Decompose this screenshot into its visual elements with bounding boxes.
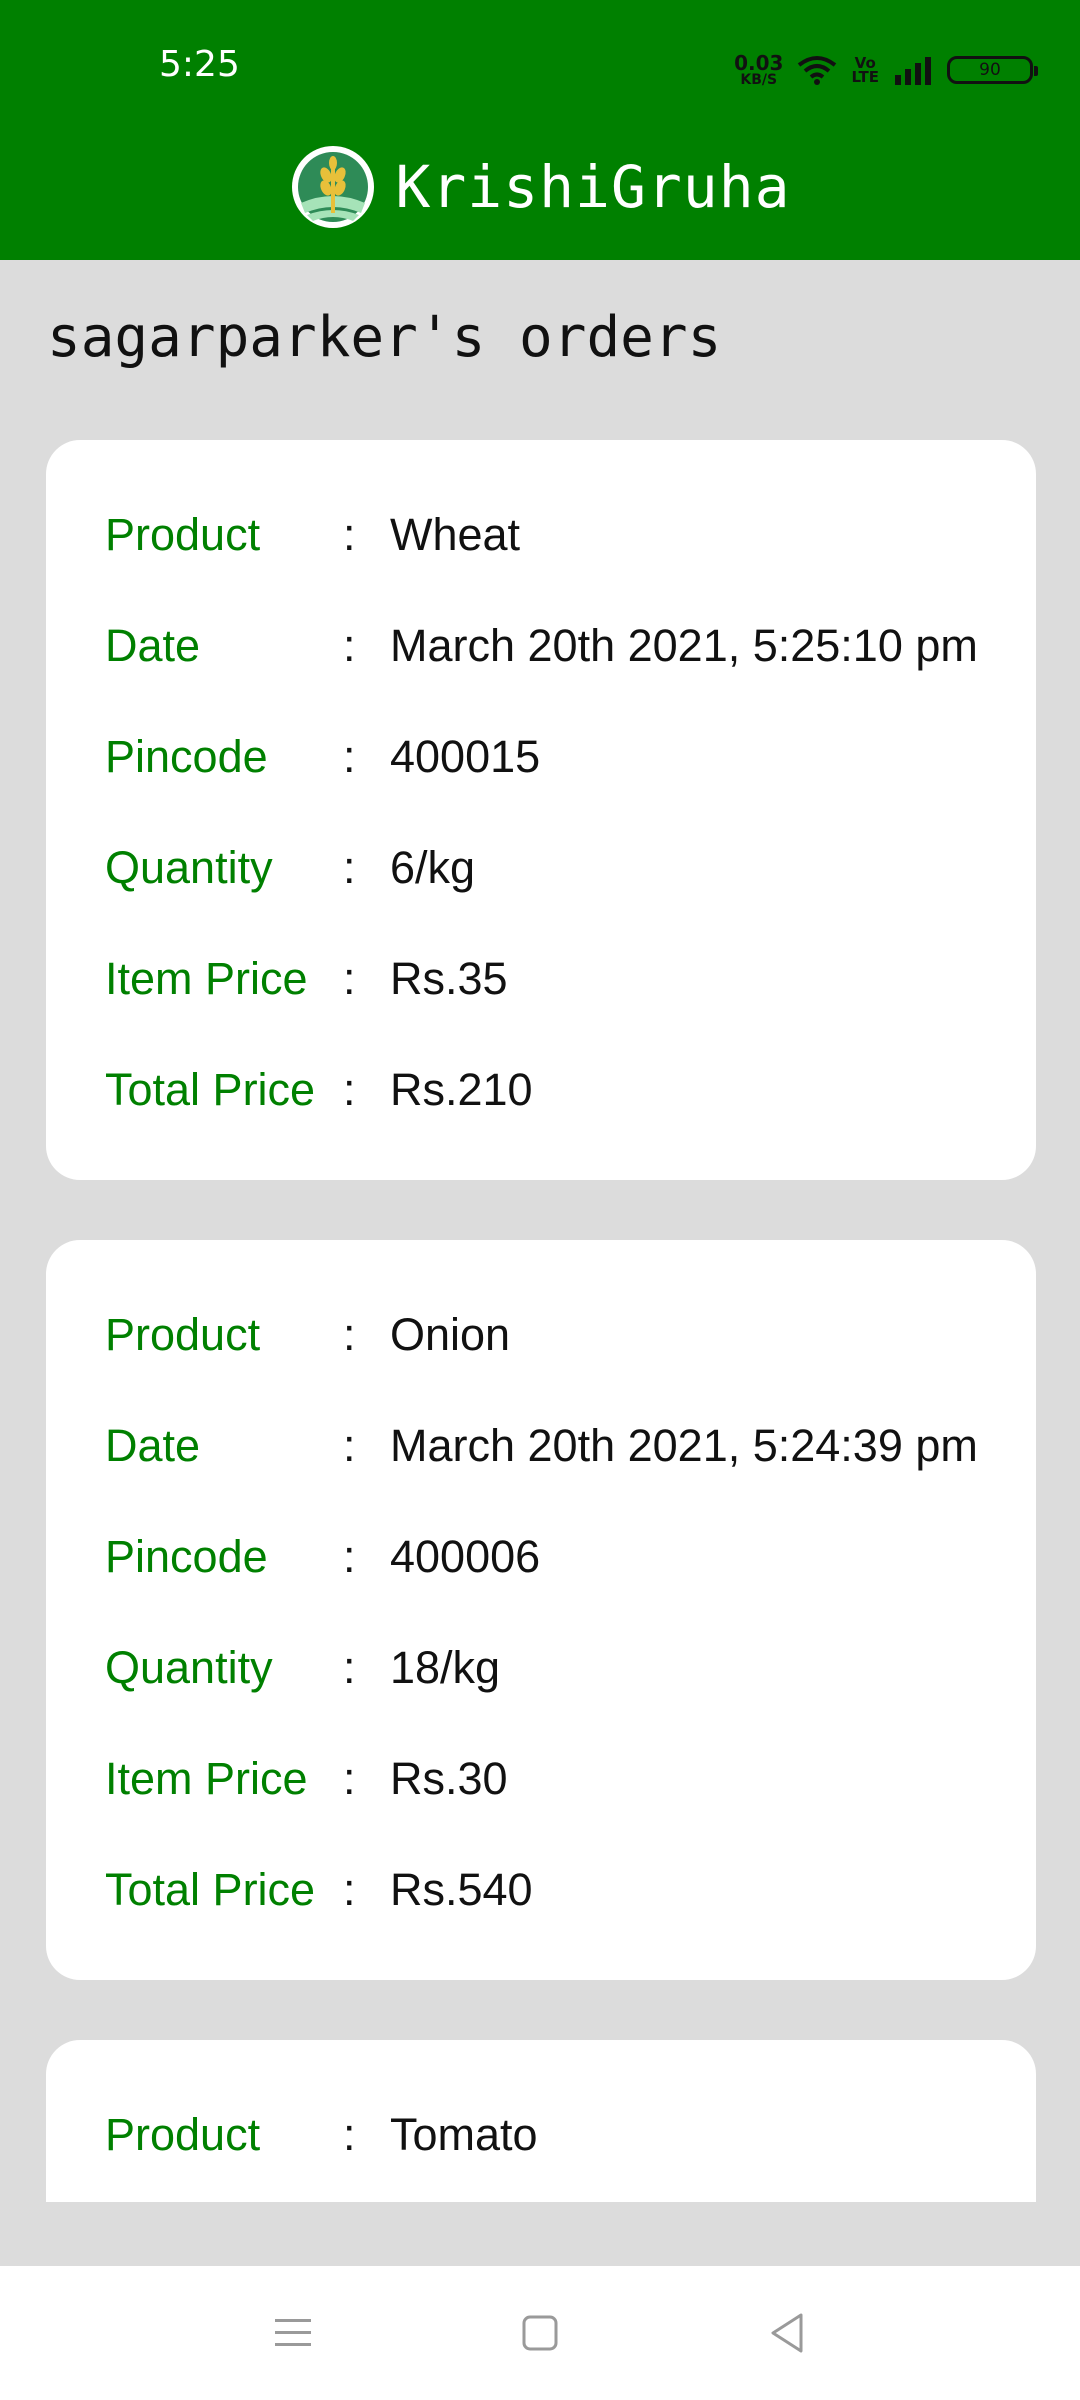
separator: : <box>343 1641 356 1693</box>
wheat-logo-icon <box>292 146 375 228</box>
quantity-value: 18/kg <box>390 1641 501 1693</box>
menu-button[interactable] <box>263 2303 323 2363</box>
separator: : <box>343 619 356 671</box>
volte-bottom: LTE <box>851 68 879 86</box>
product-label: Product <box>105 1308 261 1360</box>
separator: : <box>343 1752 356 1804</box>
item-price-value: Rs.35 <box>390 952 508 1004</box>
total-price-value: Rs.210 <box>390 1063 533 1115</box>
separator: : <box>343 1863 356 1915</box>
app-header: 5:25 0.03 KB/S Vo LTE 90 KrishiGruha <box>0 0 1080 260</box>
back-triangle-icon <box>771 2313 803 2353</box>
product-value: Onion <box>390 1308 511 1360</box>
wifi-icon <box>798 56 837 85</box>
order-row-quantity: Quantity : 18/kg <box>105 1612 1036 1723</box>
quantity-label: Quantity <box>105 1641 273 1693</box>
brand: KrishiGruha <box>0 142 1080 232</box>
battery-level: 90 <box>979 60 1001 80</box>
date-label: Date <box>105 619 201 671</box>
menu-icon <box>275 2319 312 2346</box>
date-value: March 20th 2021, 5:24:39 pm <box>390 1419 978 1471</box>
order-row-item-price: Item Price : Rs.30 <box>105 1723 1036 1834</box>
order-row-total-price: Total Price : Rs.210 <box>105 1034 1036 1145</box>
app-title: KrishiGruha <box>395 153 791 221</box>
separator: : <box>343 730 356 782</box>
signal-icon <box>895 57 931 85</box>
network-speed: 0.03 KB/S <box>734 53 783 87</box>
pincode-value: 400015 <box>390 730 541 782</box>
separator: : <box>343 1530 356 1582</box>
system-nav-bar <box>0 2266 1080 2400</box>
item-price-value: Rs.30 <box>390 1752 508 1804</box>
status-icons: 0.03 KB/S Vo LTE 90 <box>734 44 1038 96</box>
order-row-quantity: Quantity : 6/kg <box>105 812 1036 923</box>
quantity-value: 6/kg <box>390 841 476 893</box>
order-row-product: Product : Wheat <box>105 479 1036 590</box>
date-label: Date <box>105 1419 201 1471</box>
separator: : <box>343 508 356 560</box>
separator: : <box>343 1308 356 1360</box>
order-row-product: Product : Tomato <box>105 2079 1036 2190</box>
date-value: March 20th 2021, 5:25:10 pm <box>390 619 978 671</box>
pincode-label: Pincode <box>105 730 268 782</box>
home-button[interactable] <box>510 2303 570 2363</box>
quantity-label: Quantity <box>105 841 273 893</box>
volte-icon: Vo LTE <box>851 55 879 86</box>
separator: : <box>343 841 356 893</box>
item-price-label: Item Price <box>105 1752 308 1804</box>
battery-icon: 90 <box>947 56 1038 84</box>
order-row-date: Date : March 20th 2021, 5:25:10 pm <box>105 590 1036 701</box>
separator: : <box>343 952 356 1004</box>
order-row-pincode: Pincode : 400006 <box>105 1501 1036 1612</box>
order-card[interactable]: Product : Tomato <box>46 2040 1036 2202</box>
pincode-value: 400006 <box>390 1530 541 1582</box>
order-card[interactable]: Product : Wheat Date : March 20th 2021, … <box>46 440 1036 1180</box>
product-value: Wheat <box>390 508 521 560</box>
item-price-label: Item Price <box>105 952 308 1004</box>
orders-list: Product : Wheat Date : March 20th 2021, … <box>46 440 1036 2202</box>
total-price-label: Total Price <box>105 1863 316 1915</box>
separator: : <box>343 2108 356 2160</box>
separator: : <box>343 1419 356 1471</box>
home-square-icon <box>522 2315 558 2351</box>
order-row-total-price: Total Price : Rs.540 <box>105 1834 1036 1945</box>
total-price-value: Rs.540 <box>390 1863 533 1915</box>
page-title: sagarparker's orders <box>47 305 722 370</box>
pincode-label: Pincode <box>105 1530 268 1582</box>
separator: : <box>343 1063 356 1115</box>
total-price-label: Total Price <box>105 1063 316 1115</box>
product-label: Product <box>105 2108 261 2160</box>
status-time: 5:25 <box>159 44 240 85</box>
order-row-item-price: Item Price : Rs.35 <box>105 923 1036 1034</box>
back-button[interactable] <box>757 2303 817 2363</box>
product-value: Tomato <box>390 2108 538 2160</box>
network-speed-value: 0.03 <box>734 51 784 75</box>
order-row-pincode: Pincode : 400015 <box>105 701 1036 812</box>
network-speed-unit: KB/S <box>740 72 778 88</box>
order-card[interactable]: Product : Onion Date : March 20th 2021, … <box>46 1240 1036 1980</box>
product-label: Product <box>105 508 261 560</box>
order-row-date: Date : March 20th 2021, 5:24:39 pm <box>105 1390 1036 1501</box>
order-row-product: Product : Onion <box>105 1279 1036 1390</box>
